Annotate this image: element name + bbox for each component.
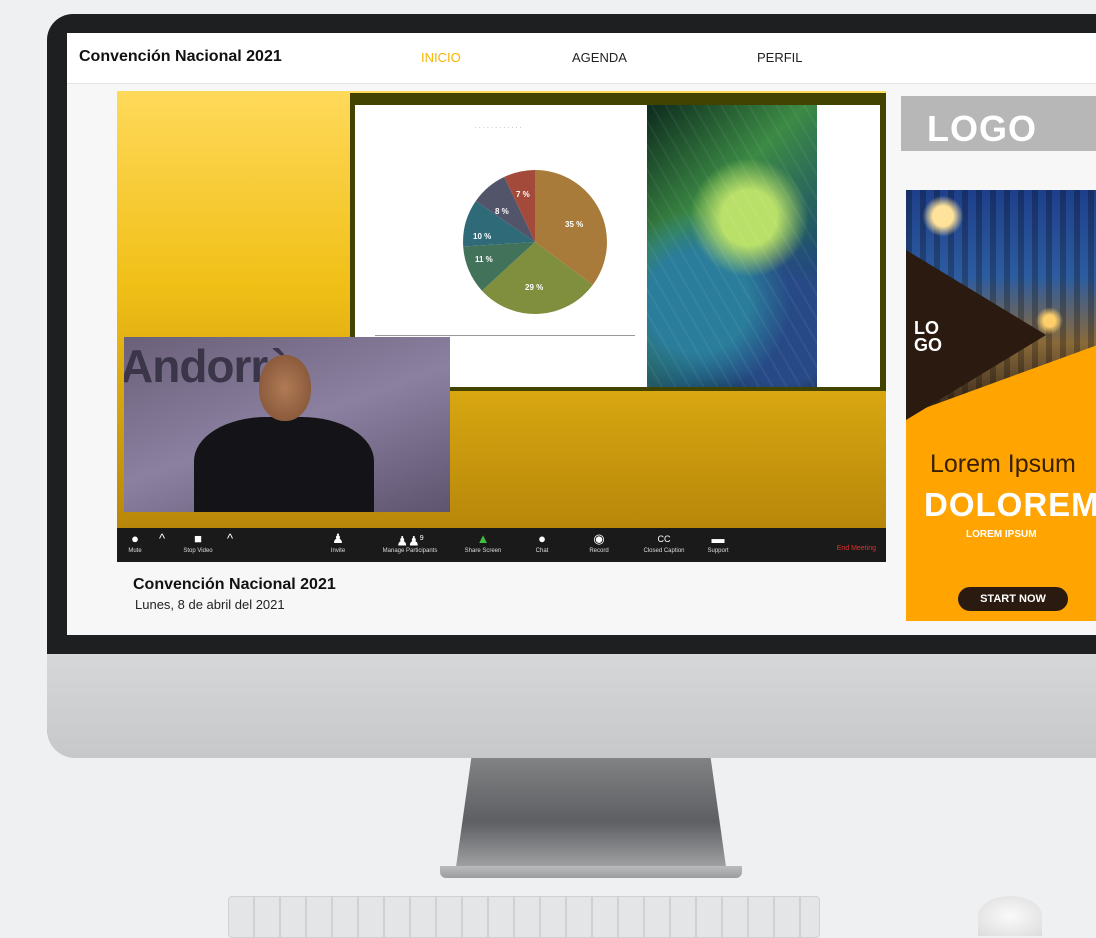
ad-logo: LO GO bbox=[914, 319, 943, 355]
pie-label-35: 35 % bbox=[565, 220, 583, 229]
pie-label-10: 10 % bbox=[473, 232, 491, 241]
speaker-body bbox=[194, 417, 374, 512]
site-title[interactable]: Convención Nacional 2021 bbox=[79, 48, 282, 66]
mouse bbox=[978, 896, 1042, 936]
navbar: Convención Nacional 2021 INICIO AGENDA P… bbox=[67, 33, 1096, 84]
chat-label: Chat bbox=[535, 548, 549, 554]
ad-logo-line2: GO bbox=[914, 335, 943, 355]
record-label: Record bbox=[589, 548, 609, 554]
start-now-button[interactable]: START NOW bbox=[958, 587, 1068, 611]
ad-title: DOLOREM bbox=[924, 486, 1096, 523]
chat-icon: ● bbox=[538, 531, 546, 546]
monitor-stand bbox=[455, 758, 727, 874]
monitor-chin bbox=[47, 654, 1096, 758]
mute-label: Mute bbox=[128, 548, 142, 554]
ad-banner[interactable]: LO GO Lorem Ipsum DOLOREM LOREM IPSUM ST… bbox=[906, 190, 1096, 621]
stop-video-button[interactable]: ■ Stop Video bbox=[177, 530, 219, 554]
ad-subtitle: LOREM IPSUM bbox=[966, 529, 1037, 540]
share-screen-label: Share Screen bbox=[464, 548, 502, 554]
record-icon: ◉ bbox=[593, 531, 605, 546]
record-button[interactable]: ◉ Record bbox=[582, 530, 616, 554]
nav-link-inicio[interactable]: INICIO bbox=[421, 50, 461, 65]
closed-caption-label: Closed Caption bbox=[643, 548, 685, 554]
screen: Convención Nacional 2021 INICIO AGENDA P… bbox=[67, 33, 1096, 635]
slide-artwork-texture bbox=[647, 105, 817, 387]
pie-label-11: 11 % bbox=[475, 255, 493, 264]
invite-icon: ♟ bbox=[332, 531, 344, 546]
participant-count: 9 bbox=[419, 535, 424, 542]
microphone-icon: ● bbox=[131, 531, 139, 546]
nav-link-perfil[interactable]: PERFIL bbox=[757, 50, 803, 65]
logo-text: LOGO bbox=[927, 108, 1037, 149]
keyboard bbox=[228, 896, 820, 938]
end-meeting-button[interactable]: End Meeting bbox=[837, 545, 876, 552]
video-options-button[interactable]: ^ bbox=[225, 530, 235, 548]
meeting-toolbar: ● Mute ^ ■ Stop Video ^ ♟ Invite ♟♟9 Man… bbox=[117, 528, 886, 562]
nav-link-agenda[interactable]: AGENDA bbox=[572, 50, 627, 65]
closed-caption-icon: CC bbox=[657, 534, 671, 544]
event-date: Lunes, 8 de abril del 2021 bbox=[135, 597, 285, 612]
share-screen-button[interactable]: ▲ Share Screen bbox=[457, 530, 509, 554]
support-label: Support bbox=[707, 548, 729, 554]
pie-label-29: 29 % bbox=[525, 283, 543, 292]
camera-icon: ■ bbox=[194, 531, 202, 546]
slide-divider bbox=[375, 335, 635, 336]
invite-button[interactable]: ♟ Invite bbox=[323, 530, 353, 554]
chevron-up-icon: ^ bbox=[158, 531, 166, 546]
manage-participants-label: Manage Participants bbox=[382, 548, 438, 554]
slide-title: · · · · · · · · · · · · bbox=[475, 125, 522, 131]
share-screen-icon: ▲ bbox=[476, 531, 490, 546]
support-button[interactable]: ▬ Support bbox=[701, 530, 735, 554]
ad-headline: Lorem Ipsum bbox=[930, 450, 1076, 478]
event-title: Convención Nacional 2021 bbox=[133, 576, 336, 593]
slide-pie-chart: 35 % 29 % 11 % 10 % 8 % 7 % bbox=[463, 170, 607, 314]
audio-options-button[interactable]: ^ bbox=[157, 530, 167, 548]
pie-label-7: 7 % bbox=[516, 190, 530, 199]
manage-participants-button[interactable]: ♟♟9 Manage Participants bbox=[369, 530, 451, 554]
slide-artwork bbox=[647, 105, 817, 387]
support-icon: ▬ bbox=[711, 531, 725, 546]
speaker-head bbox=[259, 355, 311, 421]
participants-icon: ♟♟9 bbox=[396, 533, 424, 549]
stop-video-label: Stop Video bbox=[183, 548, 213, 554]
closed-caption-button[interactable]: CC Closed Caption bbox=[633, 530, 695, 554]
invite-label: Invite bbox=[330, 548, 346, 554]
pie-label-8: 8 % bbox=[495, 207, 509, 216]
video-player[interactable]: · · · · · · · · · · · · 35 % 29 % 11 % 1… bbox=[117, 91, 886, 528]
monitor-stand-base bbox=[440, 866, 742, 878]
sponsor-logo[interactable]: LOGO bbox=[901, 96, 1096, 151]
mute-button[interactable]: ● Mute bbox=[123, 530, 147, 554]
chat-button[interactable]: ● Chat bbox=[527, 530, 557, 554]
speaker-video-tile[interactable]: Andorrà bbox=[124, 337, 450, 512]
chevron-up-icon: ^ bbox=[226, 531, 234, 546]
